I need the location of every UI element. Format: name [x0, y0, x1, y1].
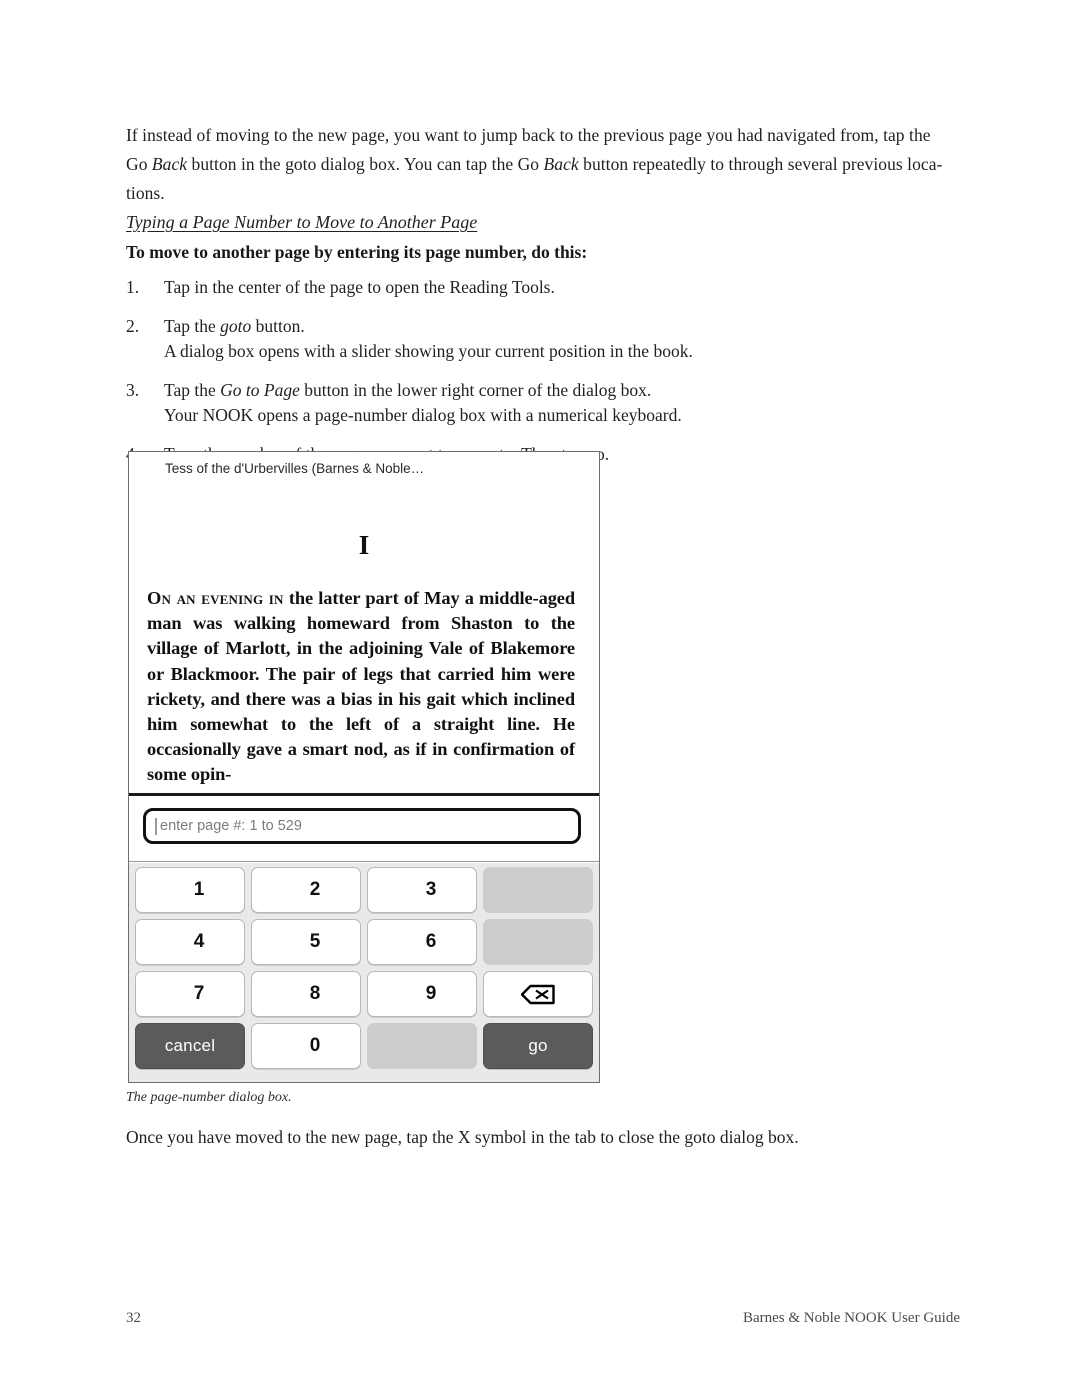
step-text: Tap the Go to Page button in the lower r… [164, 380, 652, 400]
key-blank-2[interactable] [483, 919, 593, 965]
footer-page-number: 32 [126, 1310, 141, 1326]
numeric-keypad: 1 2 3 4 5 6 7 8 9 cancel 0 go [129, 863, 599, 1082]
keypad-row: 7 8 9 [135, 971, 593, 1017]
key-3[interactable]: 3 [367, 867, 477, 913]
step-text: Tap the goto button. [164, 316, 305, 336]
keypad-row: 4 5 6 [135, 919, 593, 965]
chapter-number: I [358, 530, 370, 560]
step-number: 1. [126, 277, 140, 297]
key-label: cancel [164, 1036, 216, 1055]
key-8[interactable]: 8 [251, 971, 361, 1017]
backspace-icon [521, 984, 555, 1004]
intro-paragraph: If instead of moving to the new page, yo… [126, 125, 943, 203]
key-label: 0 [309, 1035, 321, 1056]
closing-paragraph: Once you have moved to the new page, tap… [126, 1127, 799, 1147]
key-label: 7 [193, 983, 205, 1004]
key-blank-1[interactable] [483, 867, 593, 913]
key-label: 6 [425, 931, 437, 952]
key-9[interactable]: 9 [367, 971, 477, 1017]
key-go[interactable]: go [483, 1023, 593, 1069]
key-backspace[interactable] [483, 971, 593, 1017]
key-label: 4 [193, 931, 205, 952]
page-content: If instead of moving to the new page, yo… [126, 0, 960, 1397]
key-cancel[interactable]: cancel [135, 1023, 245, 1069]
key-label: 9 [425, 983, 437, 1004]
book-body-text: On an evening in the latter part of May … [147, 588, 575, 785]
list-item: 2. Tap the goto button. A dialog box ope… [126, 314, 954, 364]
book-title-tab[interactable]: Tess of the d'Urbervilles (Barnes & Nobl… [165, 461, 424, 476]
keypad-row: 1 2 3 [135, 867, 593, 913]
key-2[interactable]: 2 [251, 867, 361, 913]
key-label: 8 [309, 983, 321, 1004]
key-label: 1 [193, 879, 205, 900]
key-1[interactable]: 1 [135, 867, 245, 913]
list-item: 1. Tap in the center of the page to open… [126, 275, 954, 300]
key-label: 3 [425, 879, 437, 900]
key-5[interactable]: 5 [251, 919, 361, 965]
footer-guide-title: Barnes & Noble NOOK User Guide [742, 1310, 960, 1326]
key-label: go [528, 1036, 548, 1055]
procedure-lead-in: To move to another page by entering its … [126, 242, 588, 262]
key-label: 5 [309, 931, 321, 952]
page-number-placeholder: enter page #: 1 to 529 [160, 818, 302, 834]
step-number: 2. [126, 316, 140, 336]
figure-caption: The page-number dialog box. [126, 1090, 292, 1105]
key-7[interactable]: 7 [135, 971, 245, 1017]
key-blank-3[interactable] [367, 1023, 477, 1069]
ereader-book-page: Tess of the d'Urbervilles (Barnes & Nobl… [129, 452, 599, 793]
key-6[interactable]: 6 [367, 919, 477, 965]
key-label: 2 [309, 879, 321, 900]
page-number-input-zone: enter page #: 1 to 529 [129, 796, 599, 862]
key-4[interactable]: 4 [135, 919, 245, 965]
step-number: 3. [126, 380, 140, 400]
step-text: Tap in the center of the page to open th… [164, 277, 555, 297]
text-caret [155, 818, 157, 835]
step-subtext: A dialog box opens with a slider showing… [164, 341, 693, 361]
page-number-input[interactable]: enter page #: 1 to 529 [143, 808, 581, 844]
key-0[interactable]: 0 [251, 1023, 361, 1069]
list-item: 3. Tap the Go to Page button in the lowe… [126, 378, 954, 428]
section-subheading: Typing a Page Number to Move to Another … [126, 212, 478, 232]
nook-screenshot-figure: Tess of the d'Urbervilles (Barnes & Nobl… [128, 451, 600, 1083]
step-subtext: Your NOOK opens a page-number dialog box… [164, 405, 682, 425]
keypad-row: cancel 0 go [135, 1023, 593, 1069]
